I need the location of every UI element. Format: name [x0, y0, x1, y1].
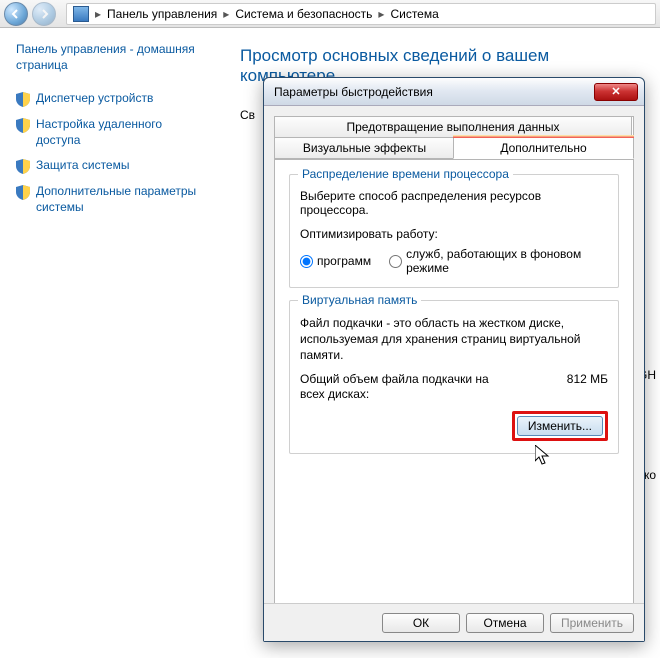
processor-scheduling-group: Распределение времени процессора Выберит… — [289, 174, 619, 288]
breadcrumb[interactable]: ▸ Панель управления ▸ Система и безопасн… — [66, 3, 656, 25]
close-button[interactable]: ✕ — [594, 83, 638, 101]
sidebar-link-advanced-settings[interactable]: Дополнительные параметры системы — [36, 184, 206, 215]
shield-icon — [16, 92, 30, 107]
radio-programs-label: программ — [317, 254, 371, 268]
apply-button[interactable]: Применить — [550, 613, 634, 633]
control-panel-icon — [73, 6, 89, 22]
tab-strip: Предотвращение выполнения данных Визуаль… — [274, 116, 634, 160]
optimize-label: Оптимизировать работу: — [300, 227, 608, 241]
shield-icon — [16, 159, 30, 174]
dialog-titlebar[interactable]: Параметры быстродействия ✕ — [264, 78, 644, 106]
sidebar-link-device-manager[interactable]: Диспетчер устройств — [36, 91, 153, 107]
performance-options-dialog: Параметры быстродействия ✕ Предотвращени… — [263, 77, 645, 642]
vm-total-value: 812 МБ — [567, 372, 608, 386]
tab-content-advanced: Распределение времени процессора Выберит… — [274, 160, 634, 610]
nav-back-button[interactable] — [4, 2, 28, 26]
chevron-right-icon: ▸ — [378, 7, 384, 21]
control-panel-home-link[interactable]: Панель управления - домашняя страница — [16, 42, 206, 73]
nav-forward-button[interactable] — [32, 2, 56, 26]
group-title: Распределение времени процессора — [298, 167, 513, 181]
radio-programs-input[interactable] — [300, 255, 313, 268]
tab-advanced[interactable]: Дополнительно — [453, 137, 634, 159]
highlight-box: Изменить... — [512, 411, 608, 441]
radio-background-services[interactable]: служб, работающих в фоновом режиме — [389, 247, 608, 275]
sidebar-link-remote-settings[interactable]: Настройка удаленного доступа — [36, 117, 206, 148]
chevron-right-icon: ▸ — [95, 7, 101, 21]
dialog-button-row: ОК Отмена Применить — [264, 603, 644, 641]
breadcrumb-item[interactable]: Система и безопасность — [235, 7, 372, 21]
group-title: Виртуальная память — [298, 293, 421, 307]
breadcrumb-item[interactable]: Панель управления — [107, 7, 217, 21]
vm-total-label: Общий объем файла подкачки на всех диска… — [300, 372, 500, 403]
breadcrumb-item[interactable]: Система — [390, 7, 438, 21]
shield-icon — [16, 185, 30, 200]
sidebar-link-system-protection[interactable]: Защита системы — [36, 158, 129, 174]
virtual-memory-group: Виртуальная память Файл подкачки - это о… — [289, 300, 619, 454]
sidebar-item[interactable]: Дополнительные параметры системы — [16, 184, 206, 215]
radio-programs[interactable]: программ — [300, 254, 371, 268]
dialog-title: Параметры быстродействия — [274, 85, 594, 99]
group-description: Выберите способ распределения ресурсов п… — [300, 189, 608, 217]
sidebar-item[interactable]: Настройка удаленного доступа — [16, 117, 206, 148]
close-icon: ✕ — [611, 85, 620, 98]
vm-description: Файл подкачки - это область на жестком д… — [300, 315, 608, 364]
cancel-button[interactable]: Отмена — [466, 613, 544, 633]
obscured-text: ко — [644, 468, 656, 482]
radio-services-label: служб, работающих в фоновом режиме — [406, 247, 608, 275]
shield-icon — [16, 118, 30, 133]
sidebar-item[interactable]: Диспетчер устройств — [16, 91, 206, 107]
sidebar: Панель управления - домашняя страница Ди… — [0, 28, 220, 658]
ok-button[interactable]: ОК — [382, 613, 460, 633]
change-button[interactable]: Изменить... — [517, 416, 603, 436]
sidebar-item[interactable]: Защита системы — [16, 158, 206, 174]
radio-services-input[interactable] — [389, 255, 402, 268]
explorer-navbar: ▸ Панель управления ▸ Система и безопасн… — [0, 0, 660, 28]
chevron-right-icon: ▸ — [223, 7, 229, 21]
tab-visual-effects[interactable]: Визуальные эффекты — [274, 137, 455, 159]
